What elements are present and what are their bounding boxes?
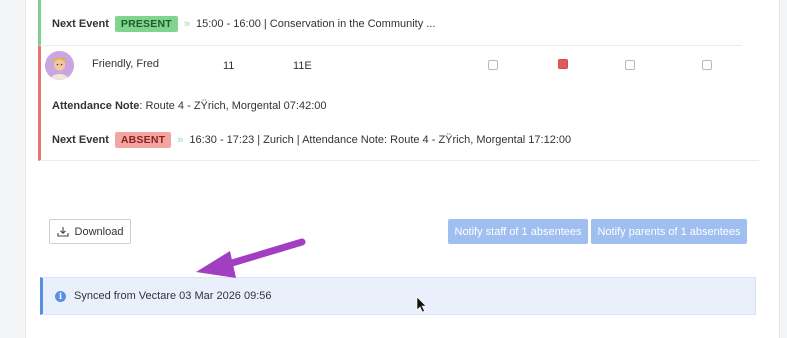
- status-badge-absent: ABSENT: [114, 132, 172, 148]
- status-badge-present: PRESENT: [114, 16, 178, 32]
- notify-staff-label: Notify staff of 1 absentees: [454, 225, 582, 238]
- avatar: [45, 51, 74, 80]
- present-event-row: Next Event PRESENT » 15:00 - 16:00 | Con…: [38, 0, 742, 46]
- next-event-label: Next Event: [52, 134, 109, 146]
- double-chevron-right-icon: »: [183, 18, 190, 30]
- next-event-line-absent: Next Event ABSENT » 16:30 - 17:23 | Zuri…: [52, 132, 571, 148]
- next-event-label: Next Event: [52, 18, 109, 30]
- next-event-text: 16:30 - 17:23 | Zurich | Attendance Note…: [189, 134, 572, 146]
- attendance-note-label: Attendance Note: [52, 100, 140, 112]
- download-tray-icon: [56, 227, 69, 237]
- notify-parents-button[interactable]: Notify parents of 1 absentees: [591, 219, 747, 244]
- attendance-checkbox-1[interactable]: [488, 60, 498, 70]
- notify-staff-button[interactable]: Notify staff of 1 absentees: [448, 219, 588, 244]
- next-event-text: 15:00 - 16:00 | Conservation in the Comm…: [195, 18, 436, 30]
- info-circle-icon: i: [55, 290, 66, 302]
- student-year: 11: [223, 60, 235, 72]
- sync-notice-text: Synced from Vectare 03 Mar 2026 09:56: [74, 290, 272, 302]
- attendance-note: Attendance Note: Route 4 - ZŸrich, Morge…: [52, 100, 327, 112]
- student-form: 11E: [293, 60, 312, 72]
- student-name[interactable]: Friendly, Fred: [92, 58, 159, 70]
- attendance-checkbox-4[interactable]: [702, 60, 712, 70]
- next-event-line: Next Event PRESENT » 15:00 - 16:00 | Con…: [52, 16, 435, 32]
- notify-parents-label: Notify parents of 1 absentees: [597, 225, 741, 238]
- attendance-note-value: : Route 4 - ZŸrich, Morgental 07:42:00: [139, 100, 327, 112]
- download-button[interactable]: Download: [49, 219, 131, 244]
- attendance-checkbox-3[interactable]: [625, 60, 635, 70]
- download-label: Download: [74, 225, 124, 238]
- student-avatar-icon: [45, 51, 74, 80]
- attendance-checkbox-2[interactable]: [558, 59, 568, 69]
- sync-notice: i Synced from Vectare 03 Mar 2026 09:56: [40, 277, 756, 315]
- double-chevron-right-icon: »: [177, 134, 184, 146]
